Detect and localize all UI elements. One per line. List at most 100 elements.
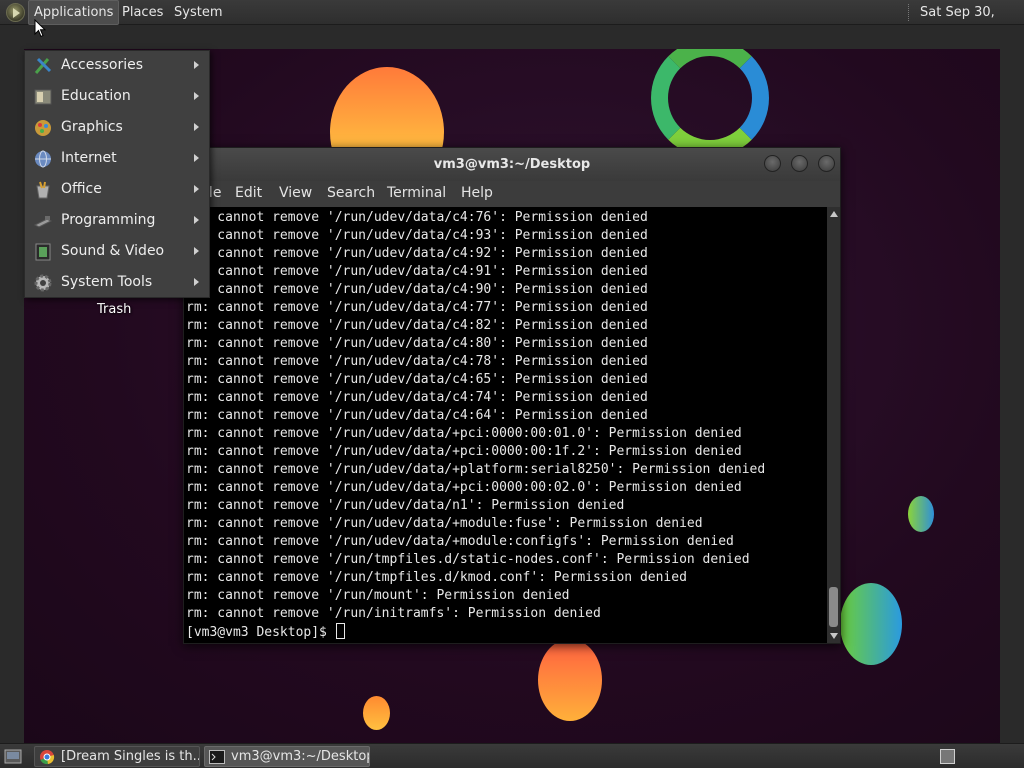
terminal-line: rm: cannot remove '/run/udev/data/+pci:0… (186, 480, 742, 495)
submenu-arrow-icon (194, 154, 199, 162)
terminal-line: rm: cannot remove '/run/udev/data/+pci:0… (186, 426, 742, 441)
submenu-arrow-icon (194, 247, 199, 255)
menu-item-label: Internet (61, 150, 117, 166)
menu-item-programming[interactable]: Programming (25, 206, 209, 237)
menu-item-label: Accessories (61, 57, 144, 73)
menu-item-label: System Tools (61, 274, 153, 290)
taskbar-button-label: [Dream Singles is th... (61, 749, 200, 764)
terminal-icon (209, 750, 225, 764)
menu-item-sound-video[interactable]: Sound & Video (25, 237, 209, 268)
menu-item-graphics[interactable]: Graphics (25, 113, 209, 144)
graphics-icon (35, 120, 51, 136)
desktop-border (0, 25, 1024, 49)
places-menu-button[interactable]: Places (117, 0, 168, 25)
bottom-panel: [Dream Singles is th... vm3@vm3:~/Deskto… (0, 743, 1024, 768)
terminal-line: rm: cannot remove '/run/mount': Permissi… (186, 588, 570, 603)
terminal-menu-search[interactable]: Search (327, 185, 375, 201)
system-tools-icon (34, 274, 52, 292)
top-panel: Applications Places System Sat Sep 30, 1… (0, 0, 1024, 45)
menu-item-label: Programming (61, 212, 156, 228)
menu-item-accessories[interactable]: Accessories (25, 51, 209, 82)
terminal-line: rm: cannot remove '/run/tmpfiles.d/stati… (186, 552, 750, 567)
terminal-line: rm: cannot remove '/run/udev/data/c4:78'… (186, 354, 648, 369)
terminal-line: rm: cannot remove '/run/udev/data/c4:76'… (186, 210, 648, 225)
taskbar-button-label: vm3@vm3:~/Desktop (231, 749, 370, 764)
terminal-line: rm: cannot remove '/run/udev/data/c4:80'… (186, 336, 648, 351)
internet-icon (35, 150, 51, 168)
menu-item-label: Sound & Video (61, 243, 165, 259)
submenu-arrow-icon (194, 216, 199, 224)
terminal-line: rm: cannot remove '/run/udev/data/c4:64'… (186, 408, 648, 423)
terminal-line: rm: cannot remove '/run/initramfs': Perm… (186, 606, 601, 621)
wallpaper-small-orange-ellipse (363, 696, 390, 730)
wallpaper-orange-ellipse-bottom (538, 639, 602, 721)
menu-item-label: Education (61, 88, 131, 104)
terminal-menubar: File Edit View Search Terminal Help (184, 181, 840, 207)
terminal-line: rm: cannot remove '/run/udev/data/c4:90'… (186, 282, 648, 297)
terminal-cursor (335, 623, 345, 639)
terminal-titlebar[interactable]: vm3@vm3:~/Desktop (184, 148, 840, 181)
wallpaper-ring (651, 49, 769, 157)
terminal-line: rm: cannot remove '/run/udev/data/c4:91'… (186, 264, 648, 279)
terminal-line: rm: cannot remove '/run/udev/data/c4:65'… (186, 372, 648, 387)
programming-icon (33, 216, 53, 228)
terminal-title: vm3@vm3:~/Desktop (433, 157, 591, 172)
menu-item-label: Graphics (61, 119, 123, 135)
submenu-arrow-icon (194, 278, 199, 286)
clock[interactable]: Sat Sep 30, 12:26 (915, 0, 1024, 45)
menu-item-education[interactable]: Education (25, 82, 209, 113)
workspace-switcher[interactable] (940, 749, 955, 764)
terminal-line: rm: cannot remove '/run/udev/data/c4:82'… (186, 318, 648, 333)
wallpaper-blue-green-ellipse (840, 583, 902, 665)
terminal-menu-view[interactable]: View (279, 185, 312, 201)
minimize-button[interactable] (764, 155, 781, 172)
maximize-button[interactable] (791, 155, 808, 172)
terminal-menu-terminal[interactable]: Terminal (387, 185, 446, 201)
terminal-line: rm: cannot remove '/run/udev/data/+pci:0… (186, 444, 742, 459)
terminal-line: rm: cannot remove '/run/udev/data/+modul… (186, 516, 703, 531)
education-icon (34, 89, 52, 105)
submenu-arrow-icon (194, 123, 199, 131)
desktop-border (0, 49, 24, 743)
terminal-line: rm: cannot remove '/run/udev/data/n1': P… (186, 498, 625, 513)
terminal-menu-edit[interactable]: Edit (235, 185, 262, 201)
terminal-line: rm: cannot remove '/run/udev/data/+modul… (186, 534, 734, 549)
sound-video-icon (35, 243, 51, 261)
terminal-prompt: [vm3@vm3 Desktop]$ (186, 625, 335, 640)
menu-item-internet[interactable]: Internet (25, 144, 209, 175)
taskbar-button-terminal[interactable]: vm3@vm3:~/Desktop (204, 746, 370, 767)
scroll-down-arrow-icon[interactable] (830, 633, 838, 639)
office-icon (36, 181, 50, 199)
terminal-window[interactable]: vm3@vm3:~/Desktop File Edit View Search … (183, 147, 841, 644)
terminal-line: rm: cannot remove '/run/udev/data/c4:93'… (186, 228, 648, 243)
close-button[interactable] (818, 155, 835, 172)
applications-menu: Accessories Education Graphics Internet … (24, 50, 210, 298)
terminal-prompt-line[interactable]: [vm3@vm3 Desktop]$ (186, 623, 345, 641)
accessories-icon (34, 57, 52, 74)
taskbar-button-browser[interactable]: [Dream Singles is th... (34, 746, 200, 767)
terminal-line: rm: cannot remove '/run/udev/data/c4:74'… (186, 390, 648, 405)
menu-item-office[interactable]: Office (25, 175, 209, 206)
menu-item-system-tools[interactable]: System Tools (25, 268, 209, 299)
terminal-scrollbar[interactable] (827, 207, 840, 643)
terminal-line: rm: cannot remove '/run/tmpfiles.d/kmod.… (186, 570, 687, 585)
terminal-line: rm: cannot remove '/run/udev/data/+platf… (186, 462, 766, 477)
terminal-line: rm: cannot remove '/run/udev/data/c4:92'… (186, 246, 648, 261)
applications-logo-icon[interactable] (6, 3, 25, 22)
terminal-menu-help[interactable]: Help (461, 185, 493, 201)
panel-separator (908, 4, 910, 21)
scrollbar-thumb[interactable] (829, 587, 838, 627)
terminal-line: rm: cannot remove '/run/udev/data/c4:77'… (186, 300, 648, 315)
submenu-arrow-icon (194, 185, 199, 193)
submenu-arrow-icon (194, 92, 199, 100)
terminal-output[interactable]: rm: cannot remove '/run/udev/data/c4:76'… (184, 207, 827, 643)
scroll-up-arrow-icon[interactable] (830, 211, 838, 217)
menu-item-label: Office (61, 181, 102, 197)
show-desktop-icon[interactable] (4, 748, 22, 765)
mouse-pointer-icon (34, 19, 46, 38)
desktop-border (1000, 49, 1024, 743)
chrome-icon (40, 750, 55, 765)
submenu-arrow-icon (194, 61, 199, 69)
system-menu-button[interactable]: System (169, 0, 227, 25)
trash-desktop-icon-label[interactable]: Trash (97, 302, 131, 317)
